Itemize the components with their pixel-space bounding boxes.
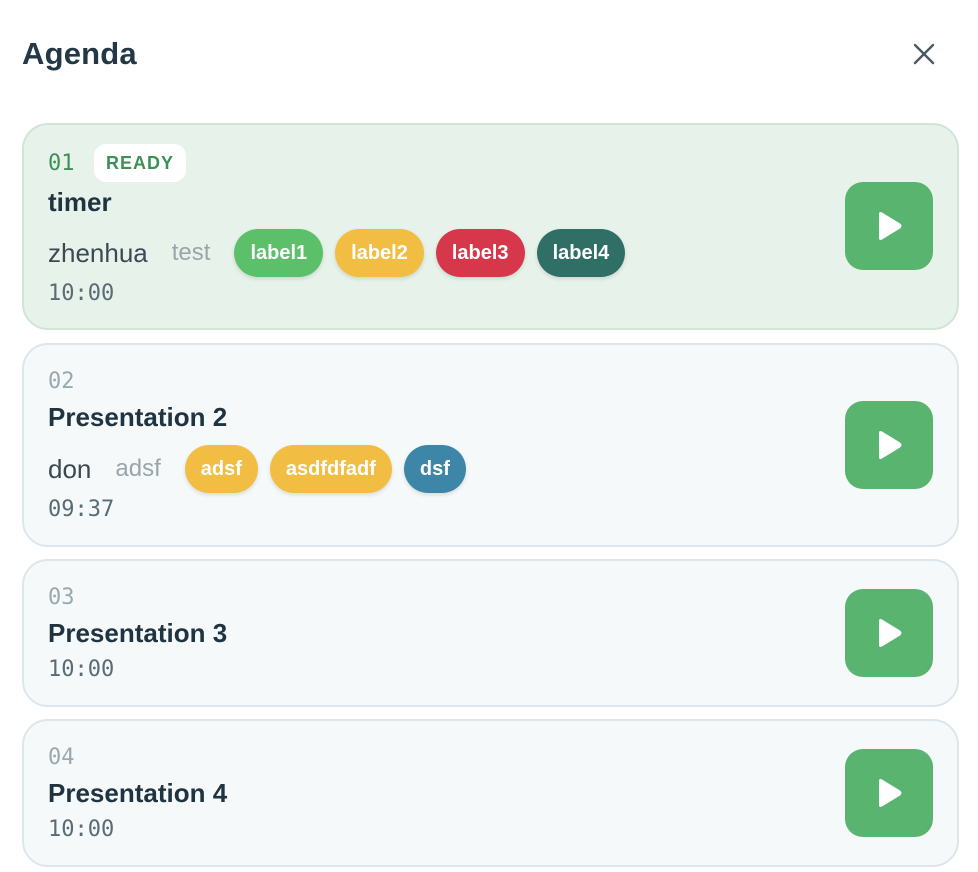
label-tag: adsf — [184, 445, 258, 493]
item-name: Presentation 4 — [48, 778, 228, 808]
label-tag: dsf — [403, 445, 466, 493]
item-duration: 10:00 — [48, 281, 115, 306]
panel-header: Agenda — [22, 32, 942, 78]
agenda-item-1[interactable]: 01 READY timer zhenhua test label1 label… — [22, 123, 959, 330]
item-number: 03 — [48, 585, 75, 610]
item-meta: don adsf adsf asdfdfadf dsf — [48, 445, 478, 493]
label-tag: label3 — [435, 229, 525, 277]
item-name: Presentation 2 — [48, 402, 228, 432]
play-icon — [879, 212, 902, 240]
agenda-item-2[interactable]: 02 Presentation 2 don adsf adsf asdfdfad… — [22, 343, 959, 547]
close-button[interactable] — [906, 36, 942, 72]
item-note: test — [171, 239, 211, 266]
play-button[interactable] — [845, 401, 933, 489]
play-button[interactable] — [845, 749, 933, 837]
agenda-item-3[interactable]: 03 Presentation 3 10:00 — [22, 559, 959, 707]
item-duration: 10:00 — [48, 657, 115, 682]
item-name: Presentation 3 — [48, 618, 228, 648]
play-icon — [879, 779, 902, 807]
item-number: 02 — [48, 369, 75, 394]
status-badge: READY — [94, 144, 187, 182]
agenda-item-4[interactable]: 04 Presentation 4 10:00 — [22, 719, 959, 867]
label-tag: label2 — [335, 229, 424, 277]
close-icon — [913, 43, 935, 65]
panel-title: Agenda — [22, 36, 137, 71]
label-tag: asdfdfadf — [269, 445, 392, 493]
item-number: 01 — [48, 151, 75, 176]
presenter-name: don — [48, 453, 92, 484]
item-note: adsf — [115, 455, 161, 482]
label-tag: label1 — [234, 229, 324, 277]
play-button[interactable] — [845, 589, 933, 677]
item-number: 04 — [48, 745, 75, 770]
item-duration: 10:00 — [48, 817, 115, 842]
item-meta: zhenhua test label1 label2 label3 label4 — [48, 229, 637, 277]
play-icon — [879, 619, 902, 647]
item-name: timer — [48, 187, 112, 217]
play-icon — [879, 431, 902, 459]
item-duration: 09:37 — [48, 497, 115, 522]
label-tag: label4 — [536, 229, 626, 277]
play-button[interactable] — [845, 182, 933, 270]
presenter-name: zhenhua — [48, 237, 148, 268]
agenda-panel: Agenda 01 READY timer zhenhua test label… — [0, 0, 978, 872]
